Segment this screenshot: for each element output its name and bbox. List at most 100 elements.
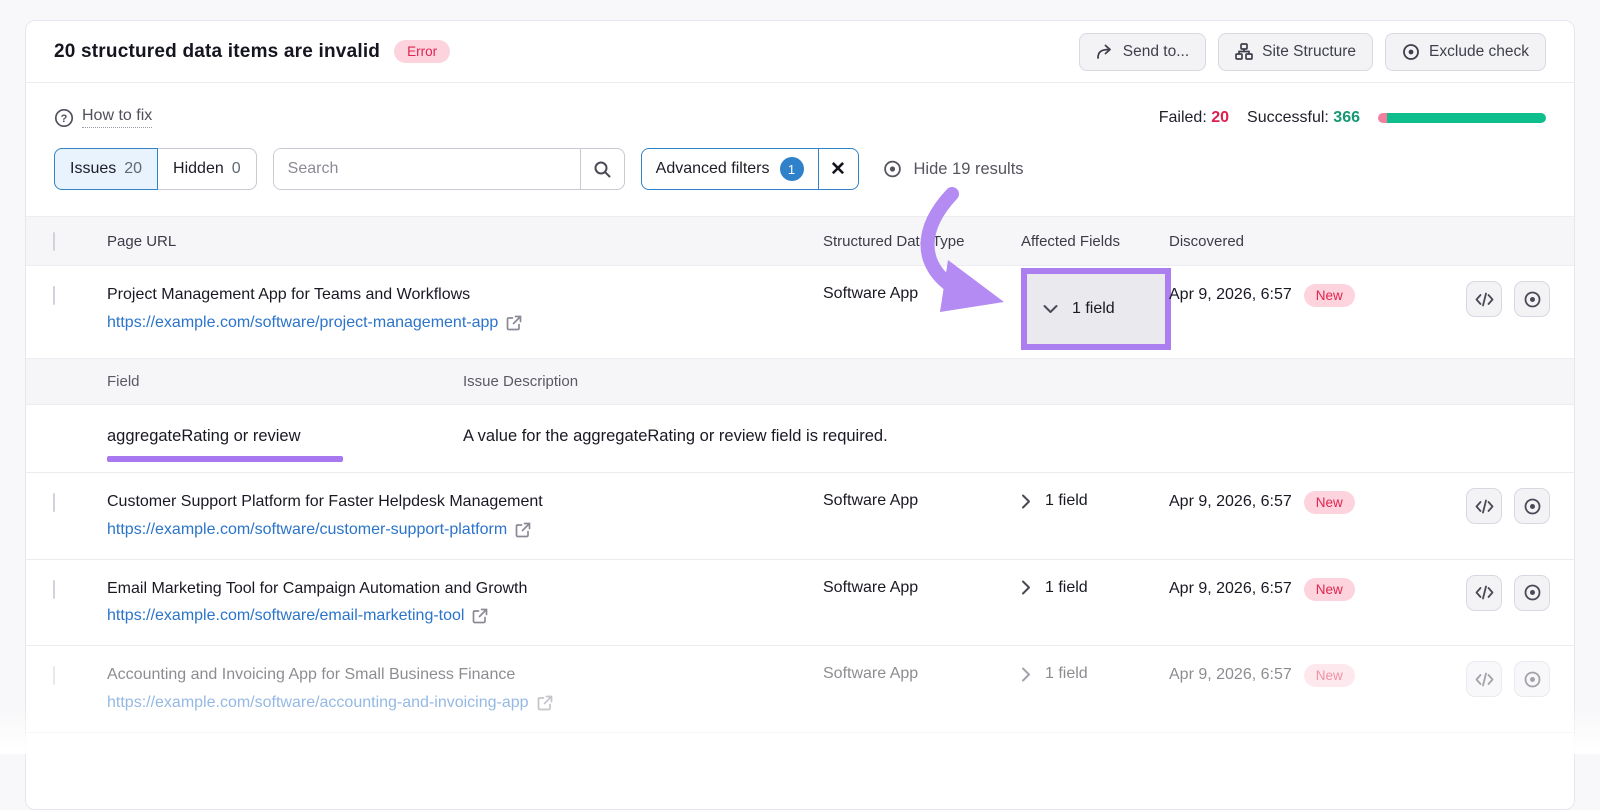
field-name-underlined: aggregateRating or review (107, 427, 301, 446)
view-code-button[interactable] (1466, 488, 1502, 524)
issues-hidden-toggle: Issues 20 Hidden 0 (54, 148, 257, 190)
site-structure-button[interactable]: Site Structure (1218, 33, 1373, 71)
new-badge: New (1304, 491, 1355, 514)
filter-bar: Issues 20 Hidden 0 Advanced filters 1 ✕ (26, 128, 1574, 190)
error-badge: Error (394, 40, 450, 63)
affected-fields-expander[interactable]: 1 field (1021, 491, 1169, 510)
col-structured-data-type: Structured Data Type (823, 233, 1021, 250)
hidden-count: 0 (232, 160, 241, 178)
site-structure-label: Site Structure (1262, 43, 1356, 61)
chevron-right-icon (1021, 580, 1031, 595)
tab-issues[interactable]: Issues 20 (54, 148, 158, 190)
issues-count: 20 (124, 160, 142, 178)
chevron-right-icon (1021, 667, 1031, 682)
external-link-icon (506, 315, 522, 331)
page-title-text: Accounting and Invoicing App for Small B… (107, 664, 823, 686)
advanced-filters-button[interactable]: Advanced filters 1 (642, 149, 818, 189)
hide-results-button[interactable]: Hide 19 results (881, 160, 1024, 179)
affected-fields-expander-highlighted[interactable]: 1 field (1021, 268, 1171, 350)
how-to-fix-label: How to fix (82, 107, 152, 128)
chevron-down-icon (1043, 304, 1058, 314)
col-discovered: Discovered (1169, 233, 1574, 250)
site-structure-icon (1235, 43, 1253, 60)
row-checkbox[interactable] (53, 580, 55, 599)
select-all-checkbox[interactable] (53, 232, 55, 251)
external-link-icon (537, 695, 553, 711)
row-checkbox[interactable] (53, 666, 55, 685)
discovered-date: Apr 9, 2026, 6:57 (1169, 664, 1292, 684)
failed-count: 20 (1211, 109, 1229, 126)
external-link-icon (515, 522, 531, 538)
new-badge: New (1304, 578, 1355, 601)
card-header: 20 structured data items are invalid Err… (26, 21, 1574, 83)
header-actions: Send to... Site Structure Exclude check (1079, 33, 1546, 71)
eye-icon (881, 160, 904, 178)
table-row: Accounting and Invoicing App for Small B… (26, 646, 1574, 733)
send-to-icon (1096, 44, 1114, 60)
view-code-button[interactable] (1466, 281, 1502, 317)
page-url-link[interactable]: https://example.com/software/email-marke… (107, 607, 464, 625)
advanced-filters-count-badge: 1 (780, 157, 804, 181)
col-affected-fields: Affected Fields (1021, 233, 1169, 250)
affected-fields-expander[interactable]: 1 field (1021, 578, 1169, 597)
row-checkbox[interactable] (53, 493, 55, 512)
advanced-filters-label: Advanced filters (656, 160, 770, 178)
successful-stat: Successful: 366 (1247, 109, 1360, 127)
check-stats: Failed: 20 Successful: 366 (1159, 109, 1546, 127)
page-title: 20 structured data items are invalid (54, 41, 380, 63)
discovered-date: Apr 9, 2026, 6:57 (1169, 578, 1292, 598)
view-page-eye-button[interactable] (1514, 281, 1550, 317)
issues-table: Page URL Structured Data Type Affected F… (26, 216, 1574, 733)
successful-count: 366 (1333, 109, 1360, 126)
detail-header-row: Field Issue Description (26, 359, 1574, 405)
structured-data-type: Software App (823, 491, 1021, 510)
new-badge: New (1304, 284, 1355, 307)
external-link-icon (472, 608, 488, 624)
svg-text:?: ? (61, 113, 68, 125)
page-title-text: Customer Support Platform for Faster Hel… (107, 491, 823, 513)
advanced-filters-pill: Advanced filters 1 ✕ (641, 148, 859, 190)
col-issue-description: Issue Description (463, 373, 1574, 390)
page-url-link[interactable]: https://example.com/software/project-man… (107, 314, 498, 332)
chevron-right-icon (1021, 494, 1031, 509)
question-circle-icon: ? (54, 108, 74, 128)
page-title-text: Project Management App for Teams and Wor… (107, 284, 823, 306)
detail-row: aggregateRating or review A value for th… (26, 405, 1574, 473)
discovered-date: Apr 9, 2026, 6:57 (1169, 491, 1292, 511)
discovered-date: Apr 9, 2026, 6:57 (1169, 284, 1292, 304)
structured-data-type: Software App (823, 664, 1021, 683)
col-page-url: Page URL (107, 233, 823, 250)
page-url-link[interactable]: https://example.com/software/customer-su… (107, 521, 507, 539)
issue-report-card: 20 structured data items are invalid Err… (25, 20, 1575, 810)
view-page-eye-button[interactable] (1514, 575, 1550, 611)
page-title-text: Email Marketing Tool for Campaign Automa… (107, 578, 823, 600)
tab-hidden[interactable]: Hidden 0 (158, 148, 257, 190)
close-icon: ✕ (830, 158, 846, 181)
col-field: Field (107, 373, 463, 390)
row-checkbox[interactable] (53, 286, 55, 305)
page-url-link[interactable]: https://example.com/software/accounting-… (107, 694, 529, 712)
view-code-button[interactable] (1466, 575, 1502, 611)
failed-stat: Failed: 20 (1159, 109, 1229, 127)
view-page-eye-button[interactable] (1514, 661, 1550, 697)
table-row: Project Management App for Teams and Wor… (26, 266, 1574, 359)
issue-description-text: A value for the aggregateRating or revie… (463, 427, 1574, 446)
affected-fields-count: 1 field (1072, 300, 1115, 318)
how-to-fix-link[interactable]: ? How to fix (54, 107, 152, 128)
exclude-check-button[interactable]: Exclude check (1385, 33, 1546, 71)
structured-data-type: Software App (823, 578, 1021, 597)
view-page-eye-button[interactable] (1514, 488, 1550, 524)
sub-header: ? How to fix Failed: 20 Successful: 366 (26, 83, 1574, 128)
search-input[interactable] (274, 149, 580, 189)
search-icon[interactable] (580, 149, 624, 189)
new-badge: New (1304, 664, 1355, 687)
send-to-button[interactable]: Send to... (1079, 33, 1206, 71)
affected-fields-count: 1 field (1045, 492, 1088, 510)
view-code-button[interactable] (1466, 661, 1502, 697)
structured-data-type: Software App (823, 284, 1021, 303)
affected-fields-expander[interactable]: 1 field (1021, 664, 1169, 683)
table-header-row: Page URL Structured Data Type Affected F… (26, 216, 1574, 266)
hide-results-label: Hide 19 results (914, 160, 1024, 179)
send-to-label: Send to... (1123, 43, 1189, 61)
clear-filters-button[interactable]: ✕ (818, 149, 858, 189)
